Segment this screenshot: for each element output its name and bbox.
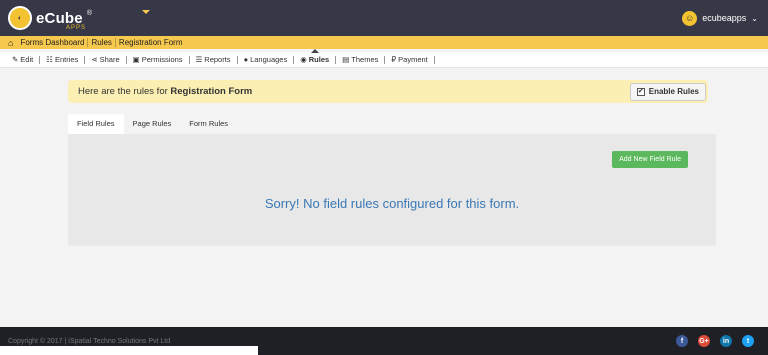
tab-form-rules[interactable]: Form Rules — [180, 114, 237, 134]
google-plus-icon[interactable]: G+ — [698, 335, 710, 347]
enable-rules-checkbox[interactable]: ✔ — [636, 87, 645, 96]
linkedin-icon[interactable]: in — [720, 335, 732, 347]
copyright-text: Copyright © 2017 | iSpatial Techno Solut… — [8, 337, 171, 345]
tool-entries[interactable]: ☷ Entries — [40, 55, 84, 64]
add-new-field-rule-button[interactable]: Add New Field Rule — [612, 151, 688, 168]
tool-label: Edit — [20, 55, 34, 64]
enable-rules-toggle[interactable]: ✔ Enable Rules — [629, 82, 706, 101]
reports-icon: ☰ — [195, 55, 203, 64]
top-header: ◐ eCube ® APPS ☺ ecubeapps ⌄ — [0, 0, 768, 36]
breadcrumb-caret-icon — [142, 10, 150, 14]
logo-badge-icon: ◐ — [8, 6, 32, 30]
enable-rules-label: Enable Rules — [648, 87, 699, 96]
logo-registered-mark: ® — [86, 9, 93, 17]
themes-icon: ▤ — [342, 55, 350, 64]
tool-label: Entries — [54, 55, 79, 64]
breadcrumb: ⌂ Forms Dashboard Rules Registration For… — [0, 36, 768, 49]
rules-tabs: Field Rules Page Rules Form Rules — [68, 114, 237, 134]
tool-label: Themes — [351, 55, 379, 64]
tool-languages[interactable]: ● Languages — [238, 55, 294, 64]
breadcrumb-rules[interactable]: Rules — [87, 38, 114, 47]
tool-permissions[interactable]: ▣ Permissions — [127, 55, 189, 64]
tool-share[interactable]: ⋖ Share — [85, 55, 125, 64]
tool-themes[interactable]: ▤ Themes — [336, 55, 384, 64]
logo[interactable]: ◐ eCube ® APPS — [8, 5, 92, 31]
tool-edit[interactable]: ✎ Edit — [6, 55, 39, 64]
tool-label: Share — [99, 55, 120, 64]
logo-subtext: APPS — [66, 25, 87, 31]
tool-payment[interactable]: ₽ Payment — [385, 55, 433, 64]
edit-icon: ✎ — [12, 55, 19, 64]
globe-icon: ● — [243, 55, 249, 64]
rules-notice: Here are the rules for Registration Form… — [68, 80, 708, 103]
tool-label: Languages — [250, 55, 288, 64]
twitter-icon[interactable]: t — [742, 335, 754, 347]
lock-icon: ▣ — [132, 55, 140, 64]
tool-rules[interactable]: ◉ Rules — [294, 49, 335, 64]
home-icon[interactable]: ⌂ — [8, 38, 13, 48]
field-rules-panel: Add New Field Rule Sorry! No field rules… — [68, 134, 716, 246]
tab-field-rules[interactable]: Field Rules — [68, 114, 124, 134]
tool-label: Reports — [204, 55, 231, 64]
user-name: ecubeapps — [702, 13, 747, 23]
tool-label: Permissions — [141, 55, 183, 64]
form-toolbar: ✎ Edit ☷ Entries ⋖ Share ▣ Permissions ☰ Repo… — [0, 49, 768, 68]
tool-reports[interactable]: ☰ Reports — [190, 55, 237, 64]
tool-label: Rules — [308, 55, 330, 64]
tab-page-rules[interactable]: Page Rules — [124, 114, 181, 134]
share-icon: ⋖ — [91, 55, 98, 64]
tool-label: Payment — [398, 55, 428, 64]
breadcrumb-registration-form[interactable]: Registration Form — [114, 38, 186, 47]
overlay-strip — [0, 346, 258, 355]
notice-form-name: Registration Form — [170, 86, 253, 97]
chevron-down-icon: ⌄ — [751, 13, 758, 23]
user-menu[interactable]: ☺ ecubeapps ⌄ — [682, 10, 758, 26]
payment-icon: ₽ — [391, 55, 397, 64]
user-avatar-icon: ☺ — [682, 10, 698, 26]
notice-text: Here are the rules for Registration Form — [78, 86, 252, 97]
breadcrumb-forms-dashboard[interactable]: Forms Dashboard — [17, 38, 87, 47]
empty-state-message: Sorry! No field rules configured for thi… — [264, 196, 520, 211]
facebook-icon[interactable]: f — [676, 335, 688, 347]
entries-icon: ☷ — [46, 55, 53, 64]
eye-icon: ◉ — [300, 55, 307, 64]
logo-text: eCube — [36, 9, 83, 27]
social-links: f G+ in t — [676, 335, 760, 347]
notice-prefix: Here are the rules for — [78, 86, 171, 97]
divider — [433, 55, 435, 64]
